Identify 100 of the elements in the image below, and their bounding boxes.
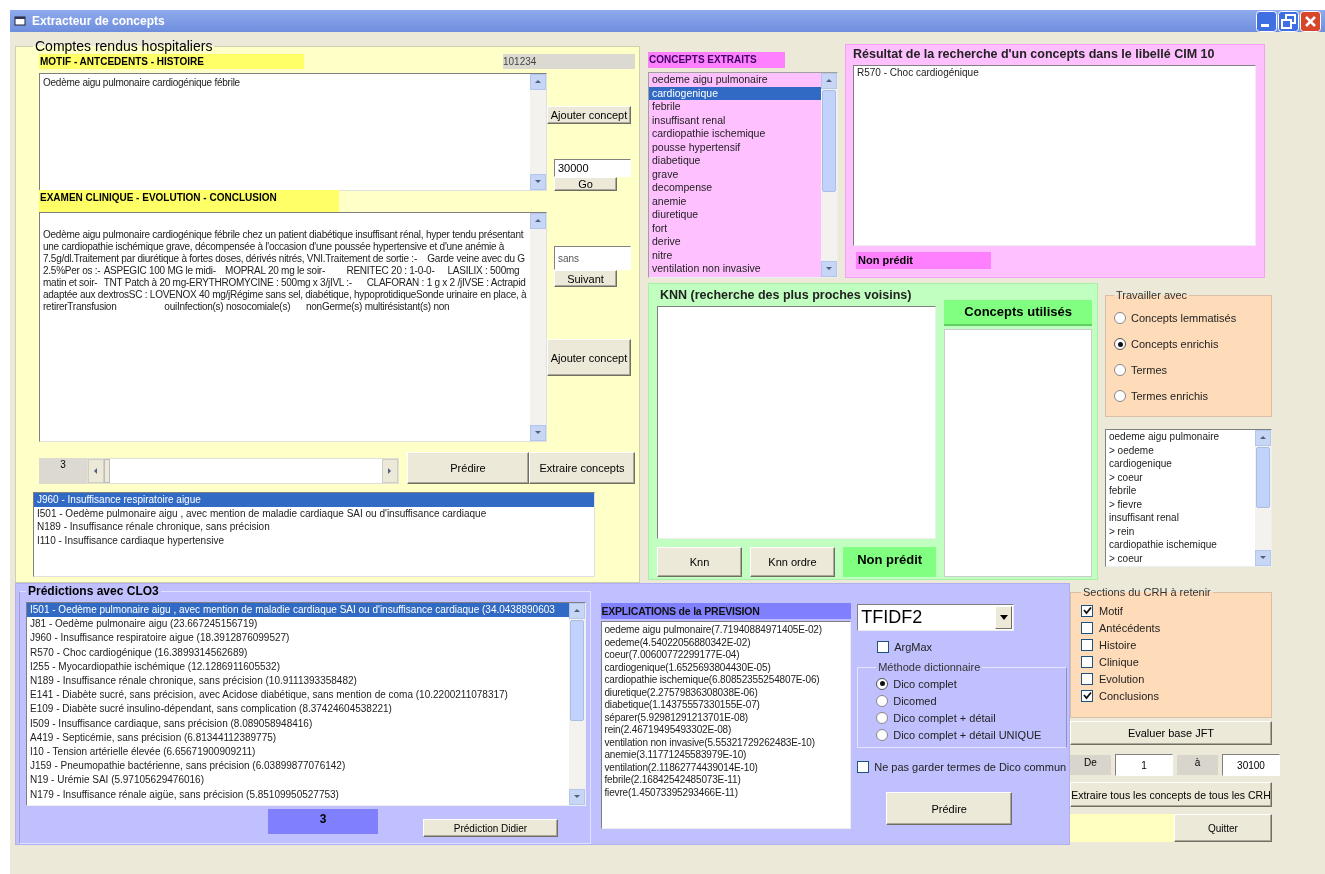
list-item[interactable]: fievre(1.45073395293466E-11) <box>602 786 851 799</box>
list-item[interactable]: N189 - Insuffisance rénale chronique, sans précision <box>34 520 594 534</box>
list-item[interactable]: febrile <box>649 100 821 114</box>
radio-button[interactable] <box>876 711 889 724</box>
button[interactable]: Quitter <box>1173 814 1272 842</box>
button[interactable]: Knn ordre <box>750 547 835 577</box>
checkbox-label[interactable]: Clinique <box>1099 655 1139 668</box>
list-item[interactable]: N189 - Insuffisance rénale chronique, sans précision (10.9111393358482) <box>27 674 570 689</box>
checkbox-label[interactable]: Conclusions <box>1099 689 1159 702</box>
list-item[interactable]: anemie(3.11771245583979E-10) <box>602 749 851 762</box>
list-item[interactable]: diabetique(1.14375557330155E-07) <box>602 699 851 712</box>
button[interactable]: Ajouter concept <box>547 339 631 376</box>
option-label[interactable]: Termes <box>1131 364 1168 376</box>
list-item[interactable]: R570 - Choc cardiogénique (16.3899314562689) <box>27 645 570 660</box>
dropdown[interactable]: TFIDF2 <box>857 604 1015 631</box>
list-item[interactable]: febrile <box>1106 484 1255 498</box>
list-item[interactable]: cardiopathie ischemique <box>649 127 821 141</box>
list-item[interactable]: diuretique <box>649 208 821 222</box>
list-item[interactable]: febrile(2.16842542485073E-11) <box>602 774 851 787</box>
list-item[interactable]: > fievre <box>1106 497 1255 511</box>
list-item[interactable]: diuretique(2.27579836308038E-06) <box>602 686 851 699</box>
radio-button[interactable] <box>1114 390 1126 402</box>
list-item[interactable]: insuffisant renal <box>649 113 821 127</box>
button[interactable]: Evaluer base JFT <box>1070 721 1272 745</box>
list-item[interactable]: oedeme aigu pulmonaire <box>1106 430 1255 444</box>
option-label[interactable]: Dico complet <box>893 677 957 690</box>
list-item[interactable]: ventilation(2.11862774439014E-10) <box>602 761 851 774</box>
list-item[interactable]: fort <box>649 221 821 235</box>
radio-button[interactable] <box>1114 312 1126 324</box>
list-item[interactable]: oedeme aigu pulmonaire <box>649 73 821 87</box>
button[interactable]: Prédire <box>407 452 529 484</box>
button[interactable]: Ajouter concept <box>547 106 631 124</box>
checkbox[interactable] <box>857 761 870 773</box>
scroll-thumb[interactable] <box>570 620 585 721</box>
list-item[interactable]: I509 - Insuffisance cardiaque, sans précision (8.089058948416) <box>27 716 570 731</box>
list-item[interactable]: E109 - Diabète sucré insulino-dépendant, sans complication (8.37424604538221) <box>27 702 570 717</box>
option-label[interactable]: Concepts enrichis <box>1131 338 1219 350</box>
list-item[interactable]: N179 - Insuffisance rénale aigüe, sans précision (5.85109950527753) <box>27 787 570 802</box>
list-item[interactable]: > coeur <box>1106 470 1255 484</box>
checkbox-label[interactable]: Ne pas garder termes de Dico commun <box>874 761 1067 773</box>
scrollbar[interactable] <box>821 73 837 277</box>
list-item[interactable]: I501 - Oedème pulmonaire aigu , avec mention de maladie cardiaque SAI ou d'insuffisance cardiaque (34.0438890603 <box>27 603 570 618</box>
checkbox[interactable] <box>1081 621 1093 634</box>
minimize-button[interactable] <box>1256 10 1277 32</box>
scrollbar[interactable] <box>530 74 546 190</box>
checkbox-label[interactable]: Antécédents <box>1099 621 1161 634</box>
button[interactable]: Extraire concepts <box>529 452 635 484</box>
list-item[interactable]: grave <box>649 167 821 181</box>
checkbox[interactable] <box>877 641 890 653</box>
radio-button[interactable] <box>876 694 889 707</box>
restore-button[interactable] <box>1278 10 1299 32</box>
list-item[interactable]: derive <box>649 235 821 249</box>
checkbox-label[interactable]: Histoire <box>1099 638 1137 651</box>
input-field[interactable]: sans <box>554 246 631 270</box>
list-item[interactable]: decompense <box>649 181 821 195</box>
list-item[interactable]: cardiogenique <box>649 86 821 100</box>
list-item[interactable]: J81 - Oedème pulmonaire aigu (23.667245156719) <box>27 617 570 632</box>
list-item[interactable]: cardiopathie ischemique(6.80852355254807E-06) <box>602 674 851 687</box>
list-item[interactable]: J960 - Insuffisance respiratoire aigue (18.3912876099527) <box>27 631 570 646</box>
option-label[interactable]: Dico complet + détail UNIQUE <box>893 728 1042 741</box>
radio-button[interactable] <box>1114 364 1126 376</box>
list-item[interactable]: E141 - Diabète sucré, sans précision, avec Acidose diabétique, sans mention de coma (10.2200211078317) <box>27 688 570 703</box>
button[interactable]: Prédire <box>886 792 1013 825</box>
list-item[interactable]: I10 - Tension artérielle élevée (6.65671900909211) <box>27 745 570 760</box>
list-item[interactable]: J159 - Pneumopathie bactérienne, sans précision (6.03899877076142) <box>27 759 570 774</box>
list-item[interactable]: pousse hypertensif <box>649 140 821 154</box>
list-item[interactable]: I255 - Myocardiopathie ischémique (12.1286911605532) <box>27 659 570 674</box>
text-area[interactable]: Oedème aigu pulmonaire cardiogénique fébrile chez un patient diabétique insuffisant rénal, hyper tendu présentant une cardiopathie ischémique grave, décompensée à l'occasion d'une poussée hypertensive et d'une anémie à 7.5g/dl.Traitement par diurétique à fortes doses, dérivés nitrés, VNI.Traitement de sortie :- Garde veine avec du G 2.5%Per os :- ASPEGIC 100 MG le midi- MOPRAL 20 mg le soir- RENITEC 20 : 1-0-0- LASILIX : 500mg matin et soir- TNT Patch à 20 mg-ERYTHROMYCINE : 500mg x 3/jIVL :- CLAFORAN : 1 g x 2 /jIVSE : Actrapid adaptée aux dextrosSC : LOVENOX 40 mg/jRégime sans sel, diabétique, hypoprotidiqueSonde urinaire en place, à retirerTransfusion ouiInfection(s) nosocomiale(s) nonGerme(s) multirésistant(s) non <box>39 212 547 442</box>
text-area[interactable]: Oedème aigu pulmonaire cardiogénique fébrile <box>39 73 547 191</box>
list-item[interactable]: ventilation non invasive(5.55321729262483E-10) <box>602 736 851 749</box>
list-item[interactable]: I110 - Insuffisance cardiaque hypertensive <box>34 533 594 547</box>
list-item[interactable]: > rein <box>1106 524 1255 538</box>
button[interactable]: Extraire tous les concepts de tous les CRH <box>1070 782 1272 807</box>
scroll-thumb[interactable] <box>822 90 836 192</box>
radio-button[interactable] <box>876 677 889 690</box>
list-item[interactable]: cardiogenique <box>1106 457 1255 471</box>
option-label[interactable]: Dico complet + détail <box>893 711 996 724</box>
radio-button[interactable] <box>1114 338 1126 350</box>
list-item[interactable]: J960 - Insuffisance respiratoire aigue <box>34 493 594 507</box>
scrollbar[interactable] <box>569 603 586 805</box>
list-item[interactable]: > oedeme <box>1106 443 1255 457</box>
list-item[interactable]: séparer(5.92981291213701E-08) <box>602 711 851 724</box>
list-item[interactable]: > coeur <box>1106 551 1255 565</box>
list-item[interactable]: anemie <box>649 194 821 208</box>
option-label[interactable]: Concepts lemmatisés <box>1131 312 1237 324</box>
checkbox[interactable] <box>1081 655 1093 668</box>
button[interactable]: Go <box>554 177 617 191</box>
scroll-thumb[interactable] <box>104 459 110 483</box>
close-button[interactable] <box>1300 10 1321 32</box>
list-item[interactable]: nitre <box>649 248 821 262</box>
list-item[interactable]: oedeme aigu pulmonaire(7.71940884971405E-02) <box>602 624 851 637</box>
list-item[interactable]: A419 - Septicémie, sans précision (6.81344112389775) <box>27 730 570 746</box>
radio-button[interactable] <box>876 728 889 741</box>
scroll-thumb[interactable] <box>1256 447 1270 509</box>
input-field[interactable]: 1 <box>1115 754 1173 776</box>
list-item[interactable]: insuffisant renal <box>1106 511 1255 525</box>
list-item[interactable]: cardiogenique(1.6525693804430E-05) <box>602 661 851 674</box>
list-item[interactable]: coeur(7.00600772299177E-04) <box>602 649 851 662</box>
list-item[interactable]: ventilation non invasive <box>649 262 821 276</box>
input-field[interactable]: 30000 <box>554 159 631 177</box>
